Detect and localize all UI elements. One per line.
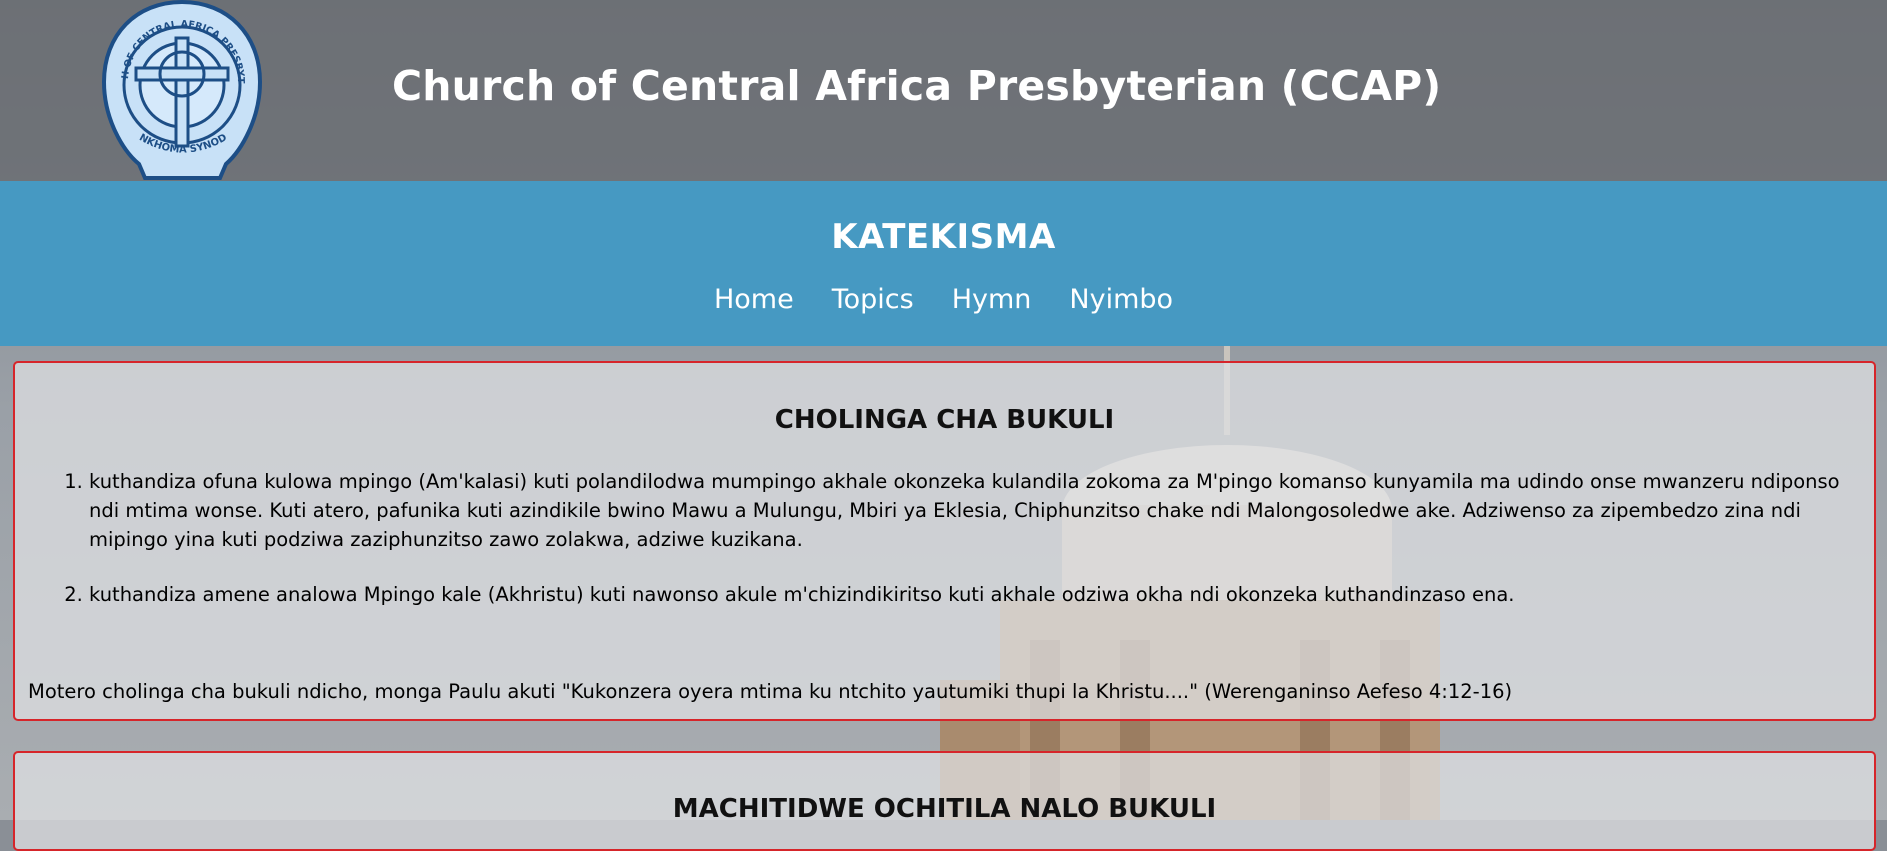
nav-link-topics[interactable]: Topics xyxy=(832,284,914,315)
usage-card: MACHITIDWE OCHITILA NALO BUKULI xyxy=(13,751,1876,851)
ccap-nkhoma-synod-logo[interactable]: CHURCH OF CENTRAL AFRICA PRESBYTERIAN NK… xyxy=(96,0,265,180)
section-title: KATEKISMA xyxy=(831,217,1056,257)
site-title: Church of Central Africa Presbyterian (C… xyxy=(392,62,1442,110)
nav-links: Home Topics Hymn Nyimbo xyxy=(0,284,1887,315)
list-item: kuthandiza ofuna kulowa mpingo (Am'kalas… xyxy=(89,467,1864,554)
main-nav: KATEKISMA Home Topics Hymn Nyimbo xyxy=(0,181,1887,346)
purpose-list: kuthandiza ofuna kulowa mpingo (Am'kalas… xyxy=(15,467,1874,609)
list-item: kuthandiza amene analowa Mpingo kale (Ak… xyxy=(89,580,1864,609)
card-heading: MACHITIDWE OCHITILA NALO BUKULI xyxy=(672,794,1217,824)
nav-link-home[interactable]: Home xyxy=(714,284,794,315)
nav-link-hymn[interactable]: Hymn xyxy=(952,284,1032,315)
card-note: Motero cholinga cha bukuli ndicho, monga… xyxy=(28,680,1513,703)
nav-link-nyimbo[interactable]: Nyimbo xyxy=(1069,284,1173,315)
site-header: CHURCH OF CENTRAL AFRICA PRESBYTERIAN NK… xyxy=(0,0,1887,181)
card-heading: CHOLINGA CHA BUKULI xyxy=(774,405,1115,435)
purpose-card: CHOLINGA CHA BUKULI kuthandiza ofuna kul… xyxy=(13,361,1876,721)
